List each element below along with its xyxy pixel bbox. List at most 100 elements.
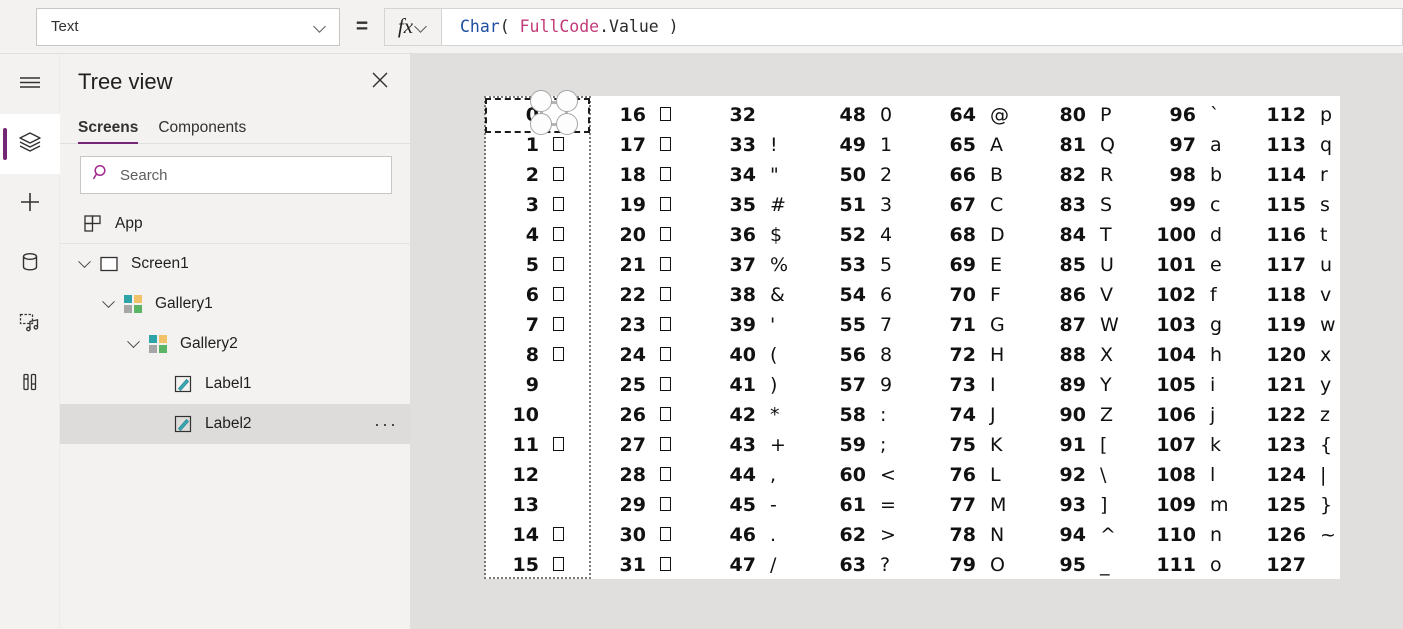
tree-item-label1[interactable]: Label1	[60, 364, 410, 404]
ascii-row[interactable]: 68D	[922, 220, 1032, 250]
ascii-row[interactable]: 46.	[702, 520, 812, 550]
screen1-canvas[interactable]: 0123456789101112131415161718192021222324…	[485, 96, 1340, 579]
property-dropdown[interactable]: Text	[36, 8, 340, 46]
ascii-row[interactable]: 35#	[702, 190, 812, 220]
ascii-row[interactable]: 119w	[1252, 310, 1362, 340]
ascii-row[interactable]: 30	[592, 520, 702, 550]
ascii-row[interactable]: 37%	[702, 250, 812, 280]
ascii-row[interactable]: 84T	[1032, 220, 1142, 250]
ascii-row[interactable]: 121y	[1252, 370, 1362, 400]
ascii-row[interactable]: 31	[592, 550, 702, 580]
ascii-row[interactable]: 61=	[812, 490, 922, 520]
ascii-row[interactable]: 47/	[702, 550, 812, 580]
ascii-row[interactable]: 79O	[922, 550, 1032, 580]
ascii-row[interactable]: 38&	[702, 280, 812, 310]
ascii-row[interactable]: 118v	[1252, 280, 1362, 310]
ascii-row[interactable]: 42*	[702, 400, 812, 430]
ascii-row[interactable]: 28	[592, 460, 702, 490]
ascii-row[interactable]: 72H	[922, 340, 1032, 370]
ascii-row[interactable]: 502	[812, 160, 922, 190]
ascii-row[interactable]: 97a	[1142, 130, 1252, 160]
ascii-row[interactable]: 27	[592, 430, 702, 460]
ascii-row[interactable]: 15	[485, 550, 592, 580]
ascii-row[interactable]: 75K	[922, 430, 1032, 460]
ascii-row[interactable]: 108l	[1142, 460, 1252, 490]
ascii-row[interactable]: 124|	[1252, 460, 1362, 490]
ascii-row[interactable]: 125}	[1252, 490, 1362, 520]
fx-button[interactable]: fx	[384, 8, 442, 46]
ascii-row[interactable]: 74J	[922, 400, 1032, 430]
ascii-row[interactable]: 100d	[1142, 220, 1252, 250]
ascii-row[interactable]: 10	[485, 400, 592, 430]
ascii-row[interactable]: 60<	[812, 460, 922, 490]
ascii-row[interactable]: 39'	[702, 310, 812, 340]
ascii-row[interactable]: 109m	[1142, 490, 1252, 520]
ascii-row[interactable]: 13	[485, 490, 592, 520]
ascii-chart-gallery[interactable]: 0123456789101112131415161718192021222324…	[485, 96, 1340, 579]
ascii-row[interactable]: 7	[485, 310, 592, 340]
ascii-row[interactable]: 104h	[1142, 340, 1252, 370]
ascii-row[interactable]: 113q	[1252, 130, 1362, 160]
ascii-row[interactable]: 85U	[1032, 250, 1142, 280]
ascii-row[interactable]: 94^	[1032, 520, 1142, 550]
ascii-row[interactable]: 78N	[922, 520, 1032, 550]
ascii-row[interactable]: 32	[702, 100, 812, 130]
ascii-row[interactable]: 11	[485, 430, 592, 460]
ascii-row[interactable]: 44,	[702, 460, 812, 490]
ascii-row[interactable]: 5	[485, 250, 592, 280]
ascii-row[interactable]: 41)	[702, 370, 812, 400]
ascii-row[interactable]: 95_	[1032, 550, 1142, 580]
ascii-row[interactable]: 9	[485, 370, 592, 400]
ascii-row[interactable]: 107k	[1142, 430, 1252, 460]
formula-input[interactable]: Char( FullCode.Value )	[442, 8, 1403, 46]
ascii-row[interactable]: 17	[592, 130, 702, 160]
ascii-row[interactable]: 29	[592, 490, 702, 520]
ascii-row[interactable]: 69E	[922, 250, 1032, 280]
ascii-row[interactable]: 114r	[1252, 160, 1362, 190]
tree-item-label2[interactable]: Label2 ···	[60, 404, 410, 444]
chevron-down-icon[interactable]	[96, 284, 120, 324]
ascii-row[interactable]: 22	[592, 280, 702, 310]
ascii-row[interactable]: 1	[485, 130, 592, 160]
ascii-row[interactable]: 65A	[922, 130, 1032, 160]
ascii-row[interactable]: 82R	[1032, 160, 1142, 190]
ascii-row[interactable]: 513	[812, 190, 922, 220]
ascii-row[interactable]: 126~	[1252, 520, 1362, 550]
ascii-row[interactable]: 91[	[1032, 430, 1142, 460]
ascii-row[interactable]: 81Q	[1032, 130, 1142, 160]
ascii-row[interactable]: 20	[592, 220, 702, 250]
tree-item-gallery2[interactable]: Gallery2	[60, 324, 410, 364]
ascii-row[interactable]: 62>	[812, 520, 922, 550]
advanced-tools-button[interactable]	[0, 354, 60, 414]
ascii-row[interactable]: 33!	[702, 130, 812, 160]
ascii-row[interactable]: 116t	[1252, 220, 1362, 250]
ascii-row[interactable]: 524	[812, 220, 922, 250]
ascii-row[interactable]: 66B	[922, 160, 1032, 190]
ascii-row[interactable]: 491	[812, 130, 922, 160]
ascii-row[interactable]: 123{	[1252, 430, 1362, 460]
ascii-row[interactable]: 106j	[1142, 400, 1252, 430]
ascii-row[interactable]: 25	[592, 370, 702, 400]
ascii-row[interactable]: 92\	[1032, 460, 1142, 490]
ascii-row[interactable]: 127	[1252, 550, 1362, 580]
ascii-row[interactable]: 77M	[922, 490, 1032, 520]
ascii-row[interactable]: 93]	[1032, 490, 1142, 520]
ascii-row[interactable]: 112p	[1252, 100, 1362, 130]
ascii-row[interactable]: 98b	[1142, 160, 1252, 190]
ascii-row[interactable]: 96`	[1142, 100, 1252, 130]
ascii-row[interactable]: 83S	[1032, 190, 1142, 220]
chevron-down-icon[interactable]	[72, 244, 96, 284]
hamburger-menu-button[interactable]	[0, 54, 60, 114]
ascii-row[interactable]: 8	[485, 340, 592, 370]
ascii-row[interactable]: 71G	[922, 310, 1032, 340]
ascii-row[interactable]: 102f	[1142, 280, 1252, 310]
more-options-button[interactable]: ···	[374, 415, 398, 433]
ascii-row[interactable]: 101e	[1142, 250, 1252, 280]
ascii-row[interactable]: 546	[812, 280, 922, 310]
ascii-row[interactable]: 87W	[1032, 310, 1142, 340]
ascii-row[interactable]: 16	[592, 100, 702, 130]
ascii-row[interactable]: 18	[592, 160, 702, 190]
canvas-area[interactable]: 0123456789101112131415161718192021222324…	[411, 54, 1403, 629]
ascii-row[interactable]: 34"	[702, 160, 812, 190]
ascii-row[interactable]: 86V	[1032, 280, 1142, 310]
